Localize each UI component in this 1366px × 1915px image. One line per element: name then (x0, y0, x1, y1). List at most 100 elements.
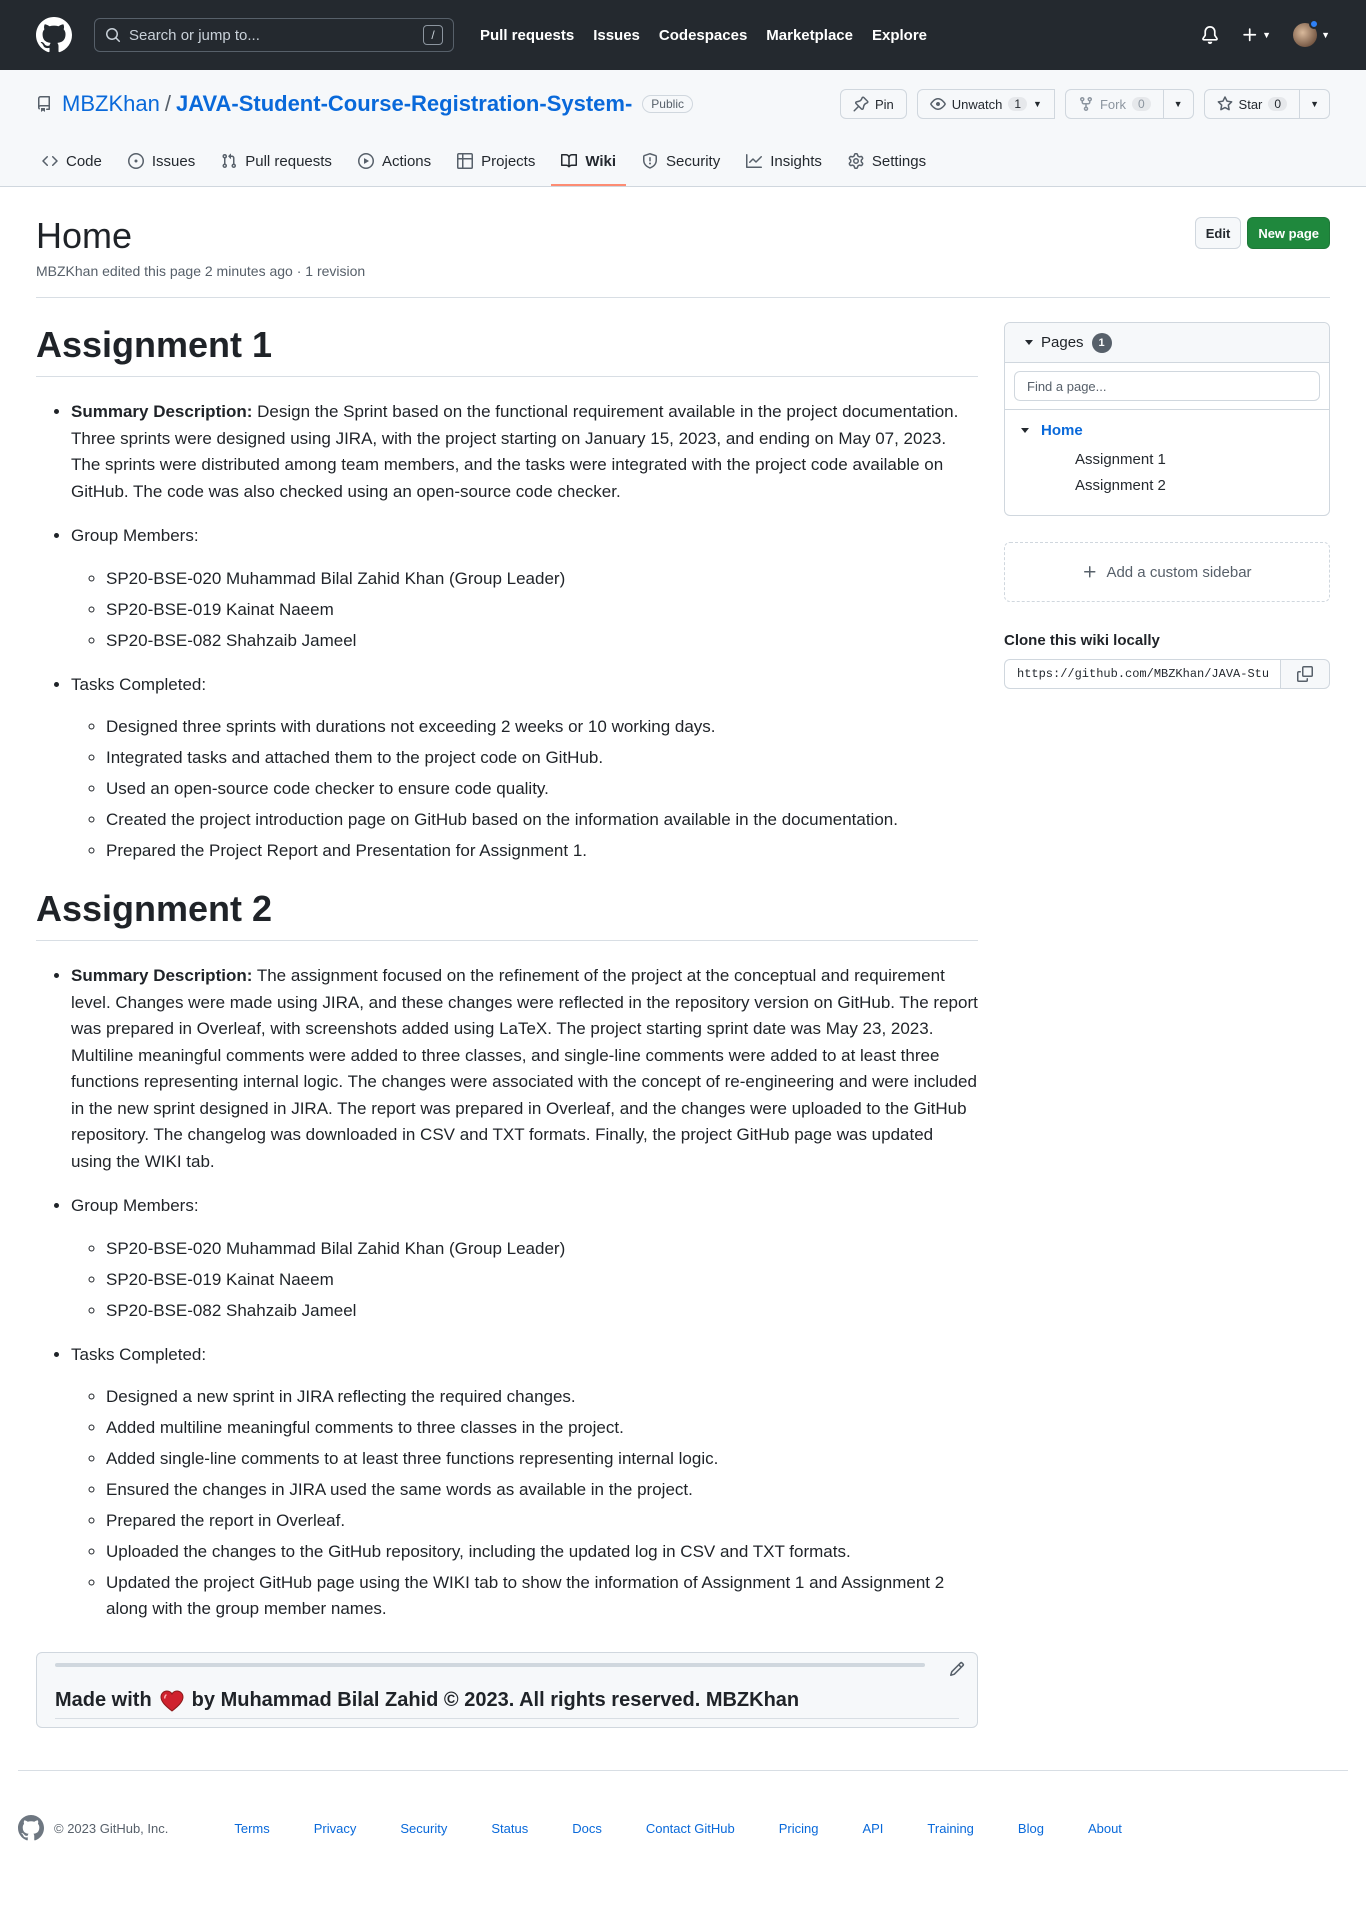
pages-panel: Pages 1 Home Assignment 1 Assignment 2 (1004, 322, 1330, 516)
fork-dropdown-button[interactable]: ▼ (1163, 89, 1194, 119)
copy-url-button[interactable] (1280, 659, 1330, 689)
shield-icon (642, 153, 658, 169)
chevron-down-icon: ▼ (1310, 99, 1319, 109)
play-icon (357, 153, 374, 169)
wiki-footer: Made with by Muhammad Bilal Zahid © 2023… (36, 1652, 978, 1728)
wiki-page: Home MBZKhan edited this page 2 minutes … (0, 187, 1366, 1728)
footer-link-contact[interactable]: Contact GitHub (646, 1821, 735, 1836)
pin-label: Pin (874, 96, 894, 112)
edit-button[interactable]: Edit (1194, 217, 1242, 249)
header-right-actions: ▼ ▼ (1201, 19, 1330, 47)
tab-insights[interactable]: Insights (736, 138, 832, 186)
repo-title-row: MBZKhan / JAVA-Student-Course-Registrati… (36, 70, 1330, 138)
chevron-down-icon: ▼ (1262, 30, 1272, 40)
tab-settings-label: Settings (871, 152, 927, 170)
footer-link-api[interactable]: API (862, 1821, 883, 1836)
nav-marketplace[interactable]: Marketplace (766, 27, 853, 44)
chevron-down-icon: ▼ (1321, 30, 1330, 40)
fork-counter: 0 (1131, 97, 1151, 111)
unwatch-button[interactable]: Unwatch 1 ▼ (916, 89, 1055, 119)
table-icon (457, 153, 474, 169)
star-button[interactable]: Star 0 (1203, 89, 1301, 119)
page-meta: MBZKhan edited this page 2 minutes ago ·… (36, 263, 366, 279)
footer-link-security[interactable]: Security (400, 1821, 447, 1836)
global-nav: Pull requests Issues Codespaces Marketpl… (480, 27, 927, 44)
footer-link-about[interactable]: About (1088, 1821, 1122, 1836)
search-shortcut-key: / (423, 25, 443, 45)
tab-settings[interactable]: Settings (838, 138, 936, 186)
tab-wiki[interactable]: Wiki (551, 138, 627, 186)
list-item: Added multiline meaningful comments to t… (106, 1415, 978, 1441)
tab-security-label: Security (666, 152, 721, 170)
status-dot (1309, 19, 1320, 29)
page-title: Home (36, 215, 133, 256)
footer-link-terms[interactable]: Terms (234, 1821, 269, 1836)
repo-actions: Pin Unwatch 1 ▼ Fork 0 ▼ Star 0 ▼ (839, 89, 1330, 119)
create-new-dropdown[interactable]: ▼ (1241, 26, 1271, 44)
tab-wiki-label: Wiki (585, 152, 617, 170)
nav-issues[interactable]: Issues (593, 27, 640, 44)
page-subitem-assignment-1[interactable]: Assignment 1 (1021, 451, 1313, 468)
search-icon (105, 27, 121, 43)
nav-pull-requests[interactable]: Pull requests (480, 27, 574, 44)
user-menu[interactable]: ▼ (1293, 19, 1330, 47)
footer-links: Terms Privacy Security Status Docs Conta… (234, 1821, 1122, 1836)
global-search-input[interactable]: Search or jump to... / (94, 18, 454, 52)
footer-link-pricing[interactable]: Pricing (779, 1821, 819, 1836)
star-dropdown-button[interactable]: ▼ (1300, 89, 1330, 119)
wiki-footer-divider (55, 1663, 925, 1667)
github-logo-icon[interactable] (36, 17, 72, 53)
tab-pull-requests-label: Pull requests (245, 152, 332, 170)
global-header: Search or jump to... / Pull requests Iss… (0, 0, 1366, 70)
footer-link-docs[interactable]: Docs (572, 1821, 602, 1836)
list-item: Prepared the Project Report and Presenta… (106, 838, 978, 864)
list-item: Used an open-source code checker to ensu… (106, 776, 978, 802)
pin-button[interactable]: Pin (839, 89, 907, 119)
watch-button-group: Unwatch 1 ▼ (916, 89, 1055, 119)
nav-explore[interactable]: Explore (872, 27, 927, 44)
summary-text: The assignment focused on the refinement… (71, 966, 978, 1171)
new-page-button[interactable]: New page (1247, 217, 1330, 249)
clone-url-input[interactable] (1004, 659, 1280, 689)
wiki-content: Assignment 1 Summary Description: Design… (36, 322, 978, 1728)
list-item: SP20-BSE-082 Shahzaib Jameel (106, 628, 978, 654)
footer-link-blog[interactable]: Blog (1018, 1821, 1044, 1836)
made-with-label: Made with (55, 1689, 152, 1711)
gear-icon (848, 153, 864, 169)
tab-code[interactable]: Code (36, 138, 112, 186)
tab-issues[interactable]: Issues (118, 138, 205, 186)
wiki-header-actions: Edit New page (1194, 217, 1330, 249)
notifications-bell-icon[interactable] (1201, 26, 1219, 44)
footer-link-status[interactable]: Status (491, 1821, 528, 1836)
list-item: Tasks Completed: Designed a new sprint i… (71, 1342, 978, 1623)
add-custom-sidebar-button[interactable]: Add a custom sidebar (1004, 542, 1330, 602)
repo-owner-link[interactable]: MBZKhan (62, 91, 160, 117)
find-page-input[interactable] (1014, 371, 1320, 401)
fork-button[interactable]: Fork 0 (1064, 89, 1164, 119)
pencil-icon[interactable] (949, 1661, 965, 1677)
tab-pull-requests[interactable]: Pull requests (211, 138, 342, 186)
page-home-link[interactable]: Home (1041, 422, 1083, 439)
assignment-1-heading: Assignment 1 (36, 322, 978, 377)
list-item: Tasks Completed: Designed three sprints … (71, 672, 978, 865)
list-item: SP20-BSE-019 Kainat Naeem (106, 597, 978, 623)
list-item: Group Members: SP20-BSE-020 Muhammad Bil… (71, 523, 978, 654)
page-home-item[interactable]: Home (1021, 422, 1313, 439)
list-item: SP20-BSE-020 Muhammad Bilal Zahid Khan (… (106, 1236, 978, 1262)
repo-name-link[interactable]: JAVA-Student-Course-Registration-System- (176, 91, 632, 117)
repo-tabs: Code Issues Pull requests Actions Projec… (36, 138, 1330, 186)
pages-toggle[interactable]: Pages 1 (1005, 323, 1329, 363)
github-logo-icon[interactable] (18, 1815, 44, 1841)
page-subitem-assignment-2[interactable]: Assignment 2 (1021, 477, 1313, 494)
footer-link-privacy[interactable]: Privacy (314, 1821, 357, 1836)
tab-security[interactable]: Security (632, 138, 730, 186)
chevron-down-icon: ▼ (1033, 99, 1042, 109)
tab-projects[interactable]: Projects (447, 138, 545, 186)
triangle-down-icon[interactable] (1021, 428, 1029, 433)
tab-actions[interactable]: Actions (348, 138, 441, 186)
footer-link-training[interactable]: Training (927, 1821, 973, 1836)
assignment-1-section: Assignment 1 Summary Description: Design… (36, 322, 978, 864)
nav-codespaces[interactable]: Codespaces (659, 27, 747, 44)
repo-header: MBZKhan / JAVA-Student-Course-Registrati… (0, 70, 1366, 187)
wiki-body: Assignment 1 Summary Description: Design… (36, 298, 1330, 1728)
